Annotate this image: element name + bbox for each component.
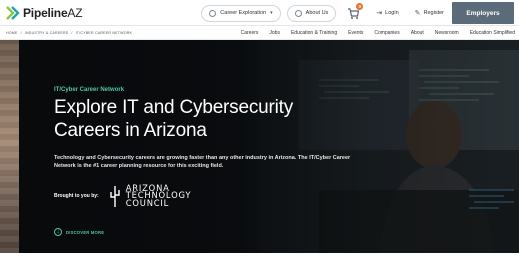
secondary-nav: HOME / INDUSTRY & CAREERS / IT/CYBER CAR… (0, 26, 519, 40)
brought-by-label: Brought to you by: (54, 193, 99, 199)
sponsor-row: Brought to you by: ARIZONA TECHNOLOGY CO… (54, 184, 191, 208)
login-link[interactable]: ⇥ Login (376, 9, 398, 17)
sponsor-wordmark: ARIZONA TECHNOLOGY COUNCIL (125, 184, 192, 208)
breadcrumb-industry[interactable]: INDUSTRY & CAREERS (25, 31, 69, 35)
nav-education-training[interactable]: Education & Training (291, 30, 337, 36)
nav-jobs[interactable]: Jobs (269, 30, 280, 36)
nav-careers[interactable]: Careers (241, 30, 259, 36)
hero-description: Technology and Cybersecurity careers are… (54, 155, 351, 170)
register-link[interactable]: ✎ Register (415, 9, 444, 17)
cart-count-badge: 0 (356, 3, 364, 10)
hero-banner: IT/Cyber Career Network Explore IT and C… (19, 40, 519, 253)
employers-button[interactable]: Employers (452, 2, 514, 24)
page-bottom (0, 253, 519, 266)
chevron-down-icon: ▾ (270, 10, 273, 16)
pipeline-logo-icon (6, 5, 20, 20)
breadcrumb-current: IT/CYBER CAREER NETWORK (75, 30, 133, 35)
nav-about[interactable]: About (411, 30, 424, 36)
about-us-button[interactable]: About Us (286, 4, 337, 22)
cart-button[interactable]: 0 (346, 3, 364, 20)
hero-content: IT/Cyber Career Network Explore IT and C… (54, 40, 374, 253)
main-nav-links: Careers Jobs Education & Training Events… (230, 30, 515, 36)
discover-more-label: DISCOVER MORE (66, 229, 105, 235)
sponsor-line: COUNCIL (125, 197, 170, 208)
arizona-technology-council-logo[interactable]: ARIZONA TECHNOLOGY COUNCIL (108, 184, 192, 208)
arrow-down-icon: ↓ (54, 228, 62, 236)
nav-events[interactable]: Events (348, 30, 363, 36)
nav-education-simplified[interactable]: Education Simplified (470, 30, 515, 36)
hero-eyebrow: IT/Cyber Career Network (54, 87, 125, 93)
career-exploration-label: Career Exploration (220, 10, 267, 16)
nav-newsroom[interactable]: Newsroom (435, 30, 459, 36)
hero-headline: Explore IT and Cybersecurity Careers in … (54, 97, 294, 141)
info-icon (294, 9, 302, 17)
compass-icon (209, 9, 217, 17)
breadcrumb-separator: / (20, 30, 22, 35)
register-label: Register (423, 10, 444, 16)
career-exploration-dropdown[interactable]: Career Exploration ▾ (201, 4, 281, 22)
breadcrumb-home[interactable]: HOME (6, 31, 18, 35)
login-icon: ⇥ (376, 10, 383, 17)
login-label: Login (385, 10, 399, 16)
breadcrumb: HOME / INDUSTRY & CAREERS / IT/CYBER CAR… (6, 31, 135, 35)
nav-companies[interactable]: Companies (374, 30, 399, 36)
discover-more-link[interactable]: ↓ DISCOVER MORE (54, 228, 104, 236)
breadcrumb-separator: / (71, 30, 73, 35)
saguaro-icon (110, 186, 120, 207)
top-actions: Career Exploration ▾ About Us 0 ⇥ Login … (201, 0, 519, 26)
top-bar: PipelineAZ Career Exploration ▾ About Us… (0, 0, 519, 26)
brand-logo[interactable]: PipelineAZ (6, 3, 83, 23)
brand-name: PipelineAZ (23, 5, 83, 20)
register-icon: ✎ (414, 10, 421, 17)
about-us-label: About Us (305, 10, 329, 16)
